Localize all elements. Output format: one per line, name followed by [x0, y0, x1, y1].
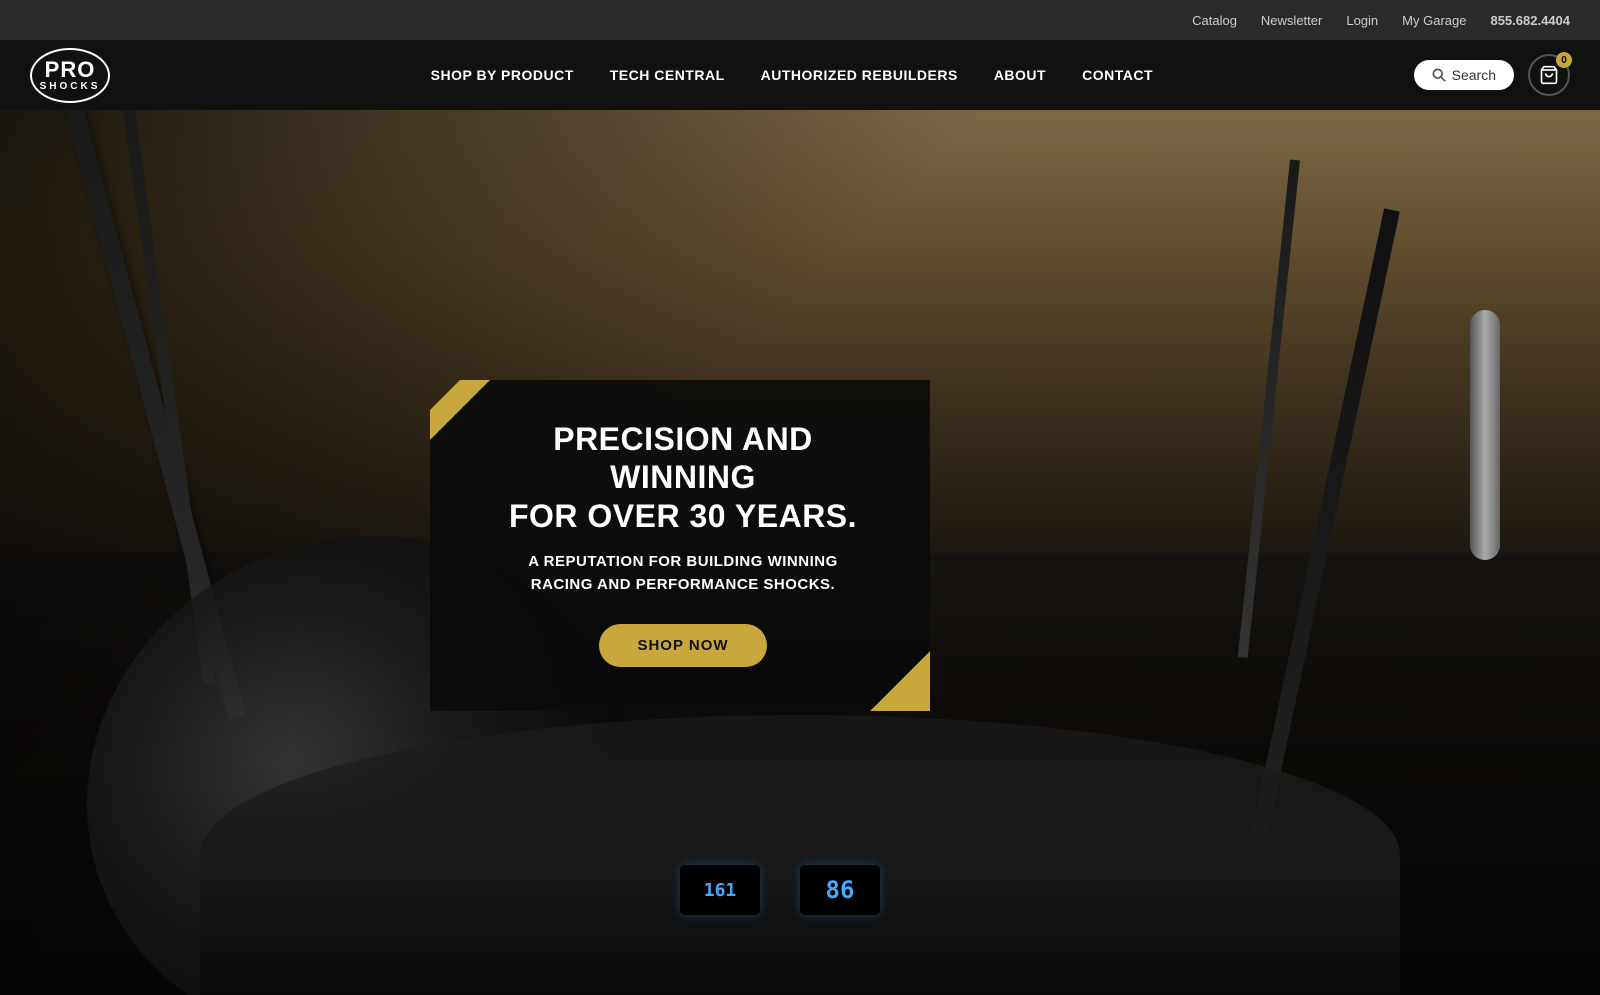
top-utility-bar: Catalog Newsletter Login My Garage 855.6… — [0, 0, 1600, 40]
logo-pro-text: PRO — [45, 59, 96, 81]
phone-number: 855.682.4404 — [1490, 13, 1570, 28]
cart-icon — [1539, 65, 1559, 85]
shop-now-button[interactable]: SHOP NOW — [599, 624, 766, 667]
hero-subtitle: A REPUTATION FOR BUILDING WINNINGRACING … — [480, 551, 886, 596]
search-icon — [1432, 68, 1446, 82]
main-navigation: PRO SHOCKS SHOP BY PRODUCT TECH CENTRAL … — [0, 40, 1600, 110]
my-garage-link[interactable]: My Garage — [1402, 13, 1466, 28]
dashboard — [200, 715, 1400, 995]
logo[interactable]: PRO SHOCKS — [30, 48, 110, 103]
logo-shocks-text: SHOCKS — [40, 81, 101, 92]
search-button[interactable]: Search — [1414, 60, 1514, 90]
gauge-speed: 161 — [680, 865, 760, 915]
nav-about[interactable]: ABOUT — [994, 67, 1046, 83]
hero-section: 161 86 PRECISION AND WINNINGFOR OVER 30 … — [0, 110, 1600, 995]
login-link[interactable]: Login — [1346, 13, 1378, 28]
hero-title: PRECISION AND WINNINGFOR OVER 30 YEARS. — [480, 420, 886, 535]
catalog-link[interactable]: Catalog — [1192, 13, 1237, 28]
nav-authorized-rebuilders[interactable]: AUTHORIZED REBUILDERS — [761, 67, 958, 83]
nav-shop-by-product[interactable]: SHOP BY PRODUCT — [431, 67, 574, 83]
gauge-rpm: 86 — [800, 865, 880, 915]
nav-tech-central[interactable]: TECH CENTRAL — [610, 67, 725, 83]
hero-card: PRECISION AND WINNINGFOR OVER 30 YEARS. … — [430, 380, 930, 711]
nav-right-controls: Search 0 — [1414, 54, 1570, 96]
nav-links: SHOP BY PRODUCT TECH CENTRAL AUTHORIZED … — [170, 67, 1414, 83]
logo-oval: PRO SHOCKS — [30, 48, 110, 103]
newsletter-link[interactable]: Newsletter — [1261, 13, 1322, 28]
cart-badge: 0 — [1556, 52, 1572, 68]
search-label: Search — [1452, 67, 1496, 83]
shock-absorber-visual — [1470, 310, 1500, 560]
nav-contact[interactable]: CONTACT — [1082, 67, 1153, 83]
cart-button[interactable]: 0 — [1528, 54, 1570, 96]
